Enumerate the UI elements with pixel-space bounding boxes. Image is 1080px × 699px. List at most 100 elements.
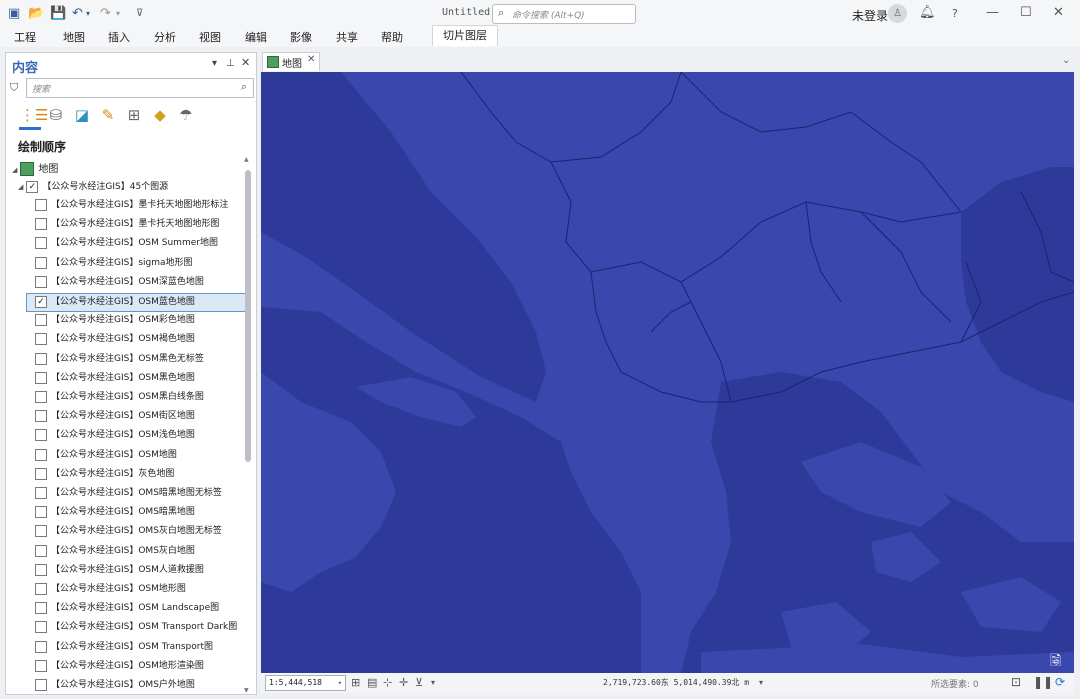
layer-group[interactable]: ◢ ✓ 【公众号水经注GIS】45个图源 bbox=[18, 179, 168, 193]
layer-row[interactable]: 【公众号水经注GIS】OSM彩色地图 bbox=[35, 312, 238, 329]
contents-search-input[interactable]: 搜索 ⌕ ▾ bbox=[26, 78, 269, 98]
layer-checkbox[interactable] bbox=[35, 371, 47, 384]
help-icon[interactable]: ? bbox=[952, 7, 958, 20]
layer-checkbox[interactable] bbox=[35, 409, 47, 422]
layer-row[interactable]: 【公众号水经注GIS】OMS户外地图 bbox=[35, 677, 238, 694]
map-canvas[interactable]: 🗟 bbox=[261, 72, 1074, 673]
layer-row[interactable]: 【公众号水经注GIS】OSM人道救援图 bbox=[35, 562, 238, 579]
navigator-icon[interactable]: ⊞ bbox=[351, 676, 360, 689]
tab-imagery[interactable]: 影像 bbox=[290, 29, 312, 45]
pin-icon[interactable]: ⊥ bbox=[226, 58, 235, 69]
layer-checkbox[interactable] bbox=[35, 601, 47, 614]
layer-checkbox[interactable] bbox=[35, 659, 47, 672]
layer-row[interactable]: 【公众号水经注GIS】OSM地形图 bbox=[35, 581, 238, 598]
layer-row[interactable]: 【公众号水经注GIS】OSM地形渲染图 bbox=[35, 658, 238, 675]
tab-view[interactable]: 视图 bbox=[199, 29, 221, 45]
pane-options-chevron-icon[interactable]: ▾ bbox=[212, 58, 217, 69]
close-pane-icon[interactable]: ✕ bbox=[241, 56, 250, 69]
customize-toolbar-icon[interactable]: ⊽ bbox=[136, 8, 143, 19]
list-by-editing-icon[interactable]: ✎ bbox=[98, 105, 118, 125]
tab-share[interactable]: 共享 bbox=[336, 29, 358, 45]
layer-checkbox[interactable] bbox=[35, 217, 47, 230]
map-node[interactable]: ◢ 地图 bbox=[12, 160, 58, 176]
view-list-chevron-icon[interactable]: ⌄ bbox=[1062, 55, 1070, 66]
command-search-input[interactable]: ⌕ 命令搜索 (Alt+Q) bbox=[492, 4, 636, 24]
maximize-icon[interactable]: ☐ bbox=[1020, 5, 1032, 20]
layer-row[interactable]: 【公众号水经注GIS】OSM黑白线条图 bbox=[35, 389, 238, 406]
tab-analysis[interactable]: 分析 bbox=[154, 29, 176, 45]
layer-row[interactable]: 【公众号水经注GIS】OSM浅色地图 bbox=[35, 427, 238, 444]
pause-drawing-icon[interactable]: ❚❚ bbox=[1033, 675, 1053, 689]
layer-checkbox[interactable] bbox=[35, 467, 47, 480]
tab-help[interactable]: 帮助 bbox=[381, 29, 403, 45]
layer-checkbox[interactable] bbox=[35, 236, 47, 249]
redo-icon[interactable]: ↷ bbox=[100, 6, 111, 21]
refresh-status-icon[interactable]: ⊡ bbox=[1011, 675, 1021, 689]
layer-row[interactable]: 【公众号水经注GIS】OSM黑色无标签 bbox=[35, 351, 238, 368]
sign-in-status[interactable]: 未登录 bbox=[852, 7, 888, 24]
notification-bell-icon[interactable]: 🔔︎ bbox=[919, 5, 936, 20]
coordinate-units-dropdown-icon[interactable]: ▾ bbox=[759, 678, 763, 687]
refresh-icon[interactable]: ⟳ bbox=[1055, 675, 1065, 689]
layer-checkbox[interactable] bbox=[35, 256, 47, 269]
layer-checkbox[interactable] bbox=[35, 198, 47, 211]
close-tab-icon[interactable]: ✕ bbox=[307, 54, 315, 65]
layer-checkbox[interactable] bbox=[35, 505, 47, 518]
layer-checkbox[interactable] bbox=[35, 275, 47, 288]
layer-row[interactable]: 【公众号水经注GIS】OSM褐色地图 bbox=[35, 331, 238, 348]
collapse-caret-icon[interactable]: ◢ bbox=[18, 183, 23, 191]
layer-checkbox[interactable] bbox=[35, 352, 47, 365]
tab-insert[interactable]: 插入 bbox=[108, 29, 130, 45]
scroll-down-icon[interactable]: ▼ bbox=[244, 687, 249, 694]
tab-map[interactable]: 地图 bbox=[63, 29, 85, 45]
scale-dropdown-icon[interactable]: ▾ bbox=[338, 676, 342, 690]
scale-selector[interactable]: 1:5,444,518 ▾ bbox=[265, 675, 346, 691]
layer-checkbox[interactable] bbox=[35, 448, 47, 461]
tab-project[interactable]: 工程 bbox=[14, 29, 36, 45]
table-icon[interactable]: ▤ bbox=[367, 676, 377, 689]
layer-row[interactable]: 【公众号水经注GIS】墨卡托天地图地形图 bbox=[35, 216, 238, 233]
list-by-drawing-order-icon[interactable]: ⋮☰ bbox=[20, 105, 48, 125]
undo-dropdown-icon[interactable]: ▾ bbox=[86, 9, 90, 18]
save-project-icon[interactable]: 💾 bbox=[50, 6, 66, 21]
list-by-snapping-icon[interactable]: ⊞ bbox=[124, 105, 144, 125]
group-checkbox[interactable]: ✓ bbox=[26, 180, 39, 193]
layer-checkbox[interactable] bbox=[35, 524, 47, 537]
layer-row[interactable]: 【公众号水经注GIS】OSM地图 bbox=[35, 447, 238, 464]
layer-row[interactable]: 【公众号水经注GIS】OSM Summer地图 bbox=[35, 235, 238, 252]
tab-tile-layer[interactable]: 切片图层 bbox=[432, 25, 498, 46]
new-project-icon[interactable]: ▣ bbox=[8, 6, 20, 21]
layer-row[interactable]: 【公众号水经注GIS】OSM黑色地图 bbox=[35, 370, 238, 387]
filter-icon[interactable]: ⛉ bbox=[10, 81, 18, 95]
layer-checkbox[interactable] bbox=[35, 486, 47, 499]
avatar[interactable]: ♙ bbox=[888, 4, 907, 23]
list-by-selection-icon[interactable]: ◪ bbox=[72, 105, 92, 125]
list-by-labeling-icon[interactable]: ◆ bbox=[150, 105, 170, 125]
layer-row[interactable]: 【公众号水经注GIS】OSM深蓝色地图 bbox=[35, 274, 238, 291]
close-window-icon[interactable]: ✕ bbox=[1053, 5, 1064, 20]
snapping-dropdown-icon[interactable]: ▾ bbox=[431, 678, 435, 687]
layer-checkbox[interactable] bbox=[35, 313, 47, 326]
layer-checkbox[interactable]: ✓ bbox=[35, 295, 47, 308]
layer-row[interactable]: 【公众号水经注GIS】OMS灰白地图无标签 bbox=[35, 523, 238, 540]
layer-row[interactable]: 【公众号水经注GIS】OSM Transport Dark图 bbox=[35, 619, 238, 636]
map-view-tab[interactable]: 地图 ✕ bbox=[262, 52, 320, 71]
layer-row[interactable]: 【公众号水经注GIS】OMS暗黑地图无标签 bbox=[35, 485, 238, 502]
layer-checkbox[interactable] bbox=[35, 544, 47, 557]
layer-row[interactable]: 【公众号水经注GIS】OSM Transport图 bbox=[35, 639, 238, 656]
grid-icon[interactable]: ⊹ bbox=[383, 676, 392, 689]
layer-checkbox[interactable] bbox=[35, 332, 47, 345]
layer-checkbox[interactable] bbox=[35, 563, 47, 576]
layer-row[interactable]: 【公众号水经注GIS】OSM Landscape图 bbox=[35, 600, 238, 617]
collapse-caret-icon[interactable]: ◢ bbox=[12, 166, 17, 174]
layer-row[interactable]: ✓ 【公众号水经注GIS】OSM蓝色地图 bbox=[26, 293, 250, 312]
snapping-icon[interactable]: ⊻ bbox=[415, 676, 423, 689]
attribution-icon[interactable]: 🗟 bbox=[1050, 650, 1061, 673]
minimize-icon[interactable]: — bbox=[986, 5, 999, 20]
layer-row[interactable]: 【公众号水经注GIS】OMS暗黑地图 bbox=[35, 504, 238, 521]
crosshair-icon[interactable]: ✛ bbox=[399, 676, 408, 689]
layer-checkbox[interactable] bbox=[35, 390, 47, 403]
layer-checkbox[interactable] bbox=[35, 620, 47, 633]
contents-scrollbar[interactable]: ▲ ▼ bbox=[244, 156, 252, 694]
layer-row[interactable]: 【公众号水经注GIS】sigma地形图 bbox=[35, 255, 238, 272]
